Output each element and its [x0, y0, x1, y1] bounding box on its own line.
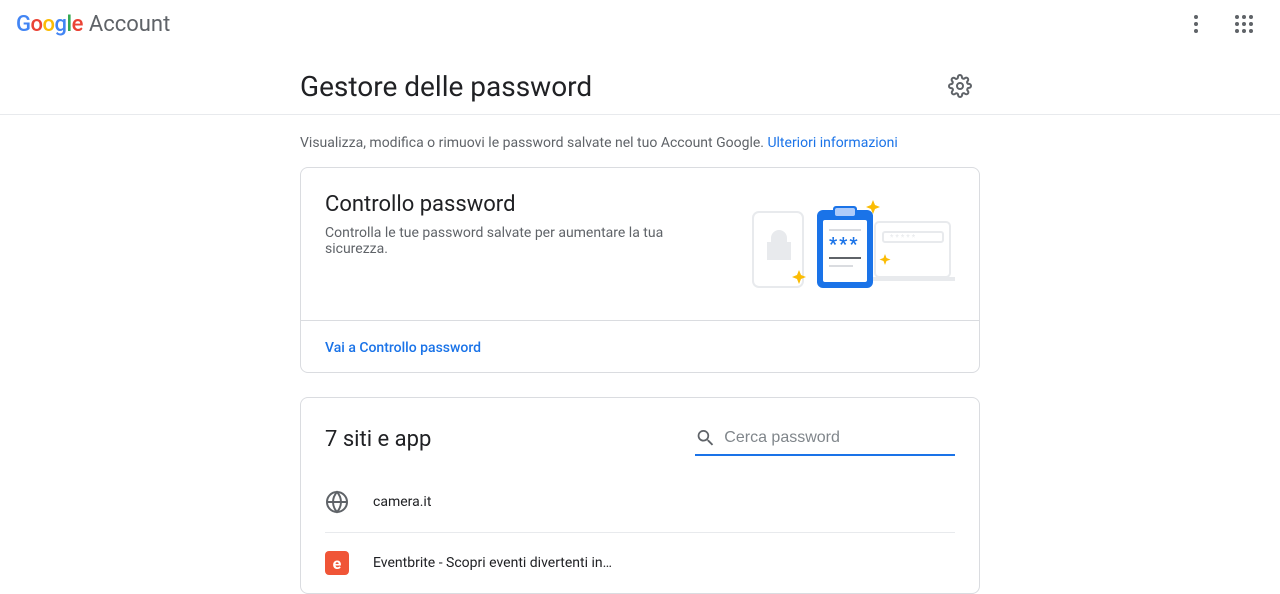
header-divider: [0, 114, 1280, 115]
gear-icon: [948, 74, 972, 98]
password-checkup-card: Controllo password Controlla le tue pass…: [300, 167, 980, 373]
saved-sites-card: 7 siti e app camera.it e Eventbrite - Sc…: [300, 397, 980, 594]
google-account-logo[interactable]: Google Account: [16, 12, 170, 37]
apps-grid-icon: [1232, 12, 1256, 36]
page-description: Visualizza, modifica o rimuovi le passwo…: [300, 135, 980, 151]
search-input[interactable]: [724, 429, 955, 447]
site-name: Eventbrite - Scopri eventi divertenti in…: [373, 555, 612, 571]
site-item[interactable]: camera.it: [325, 472, 955, 533]
svg-text:* * * * *: * * * * *: [890, 233, 916, 242]
more-menu-button[interactable]: [1176, 4, 1216, 44]
search-icon: [695, 426, 716, 450]
settings-button[interactable]: [940, 66, 980, 106]
eventbrite-icon: e: [325, 551, 349, 575]
learn-more-link[interactable]: Ulteriori informazioni: [767, 135, 897, 151]
globe-icon: [325, 490, 349, 514]
checkup-subtitle: Controlla le tue password salvate per au…: [325, 225, 725, 257]
checkup-title: Controllo password: [325, 192, 725, 217]
site-item[interactable]: e Eventbrite - Scopri eventi divertenti …: [325, 533, 955, 593]
product-name: Account: [89, 12, 170, 37]
search-field-wrap[interactable]: [695, 422, 955, 456]
checkup-illustration: * * * * * ***: [745, 192, 955, 296]
google-wordmark: Google: [16, 12, 83, 37]
checkup-cta-link[interactable]: Vai a Controllo password: [325, 340, 481, 356]
site-name: camera.it: [373, 494, 431, 510]
sites-count-title: 7 siti e app: [325, 427, 431, 452]
more-vert-icon: [1184, 12, 1208, 36]
apps-grid-button[interactable]: [1224, 4, 1264, 44]
svg-text:***: ***: [829, 234, 860, 255]
page-title: Gestore delle password: [300, 70, 592, 103]
